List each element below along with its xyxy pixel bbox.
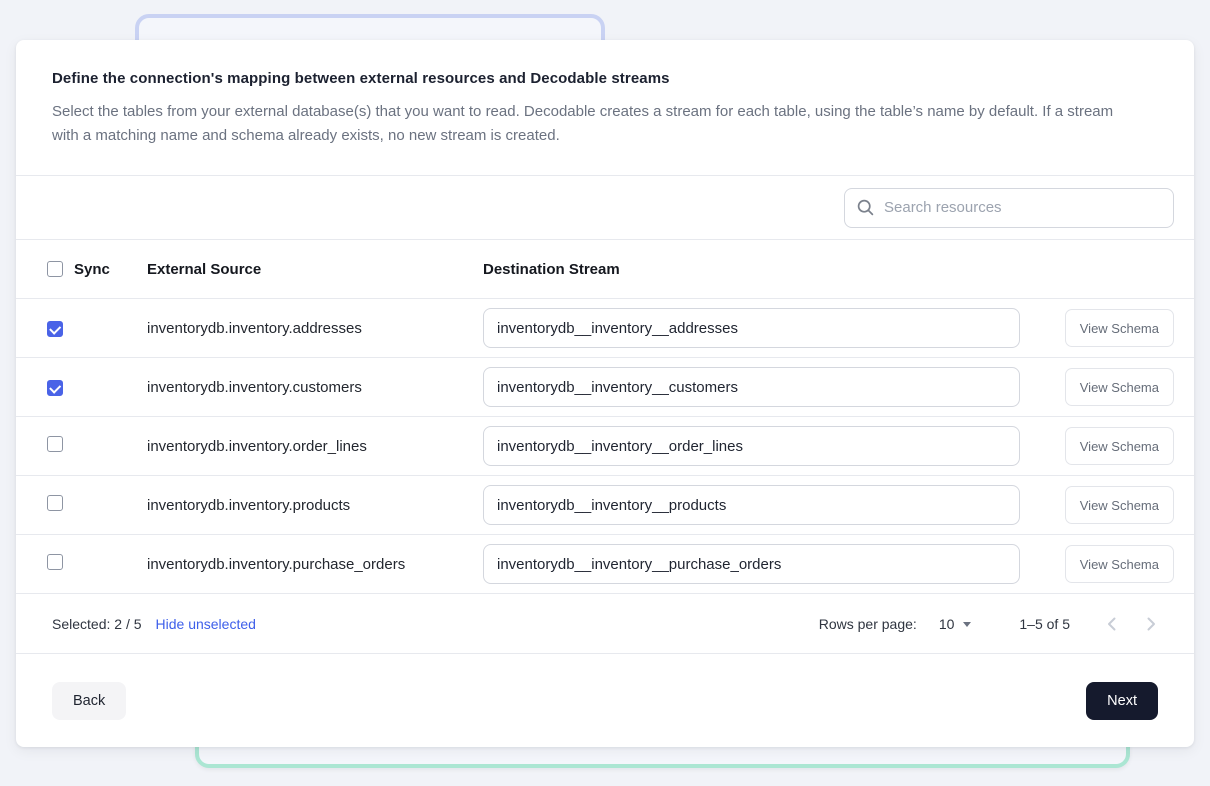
dialog-description: Select the tables from your external dat… xyxy=(52,100,1132,148)
mapping-dialog: Define the connection's mapping between … xyxy=(16,40,1194,747)
column-header-destination-stream: Destination Stream xyxy=(483,261,1038,278)
row-sync-checkbox[interactable] xyxy=(47,554,63,570)
destination-stream-input[interactable] xyxy=(483,485,1020,525)
search-row xyxy=(16,176,1194,239)
row-sync-checkbox[interactable] xyxy=(47,436,63,452)
hide-unselected-link[interactable]: Hide unselected xyxy=(156,616,256,632)
view-schema-button[interactable]: View Schema xyxy=(1065,486,1174,524)
dialog-actions: Back Next xyxy=(16,654,1194,747)
pagination-range-label: 1–5 of 5 xyxy=(1019,616,1070,632)
selected-count-label: Selected: 2 / 5 xyxy=(52,616,142,632)
destination-stream-input[interactable] xyxy=(483,367,1020,407)
table-row: inventorydb.inventory.purchase_orders Vi… xyxy=(16,535,1194,593)
external-source-label: inventorydb.inventory.addresses xyxy=(147,320,483,337)
external-source-label: inventorydb.inventory.customers xyxy=(147,379,483,396)
chevron-left-icon xyxy=(1107,617,1116,631)
external-source-label: inventorydb.inventory.products xyxy=(147,497,483,514)
view-schema-button[interactable]: View Schema xyxy=(1065,545,1174,583)
view-schema-button[interactable]: View Schema xyxy=(1065,427,1174,465)
column-header-external-source: External Source xyxy=(147,261,483,278)
table-row: inventorydb.inventory.products View Sche… xyxy=(16,476,1194,534)
rows-per-page-label: Rows per page: xyxy=(819,616,917,632)
table-row: inventorydb.inventory.order_lines View S… xyxy=(16,417,1194,475)
table-footer: Selected: 2 / 5 Hide unselected Rows per… xyxy=(16,594,1194,653)
search-icon xyxy=(857,199,874,216)
chevron-down-icon xyxy=(963,622,971,627)
destination-stream-input[interactable] xyxy=(483,308,1020,348)
rows-per-page-value: 10 xyxy=(939,616,955,632)
previous-page-button[interactable] xyxy=(1098,611,1124,637)
row-sync-checkbox[interactable] xyxy=(47,321,63,337)
dialog-title: Define the connection's mapping between … xyxy=(52,70,1138,87)
chevron-right-icon xyxy=(1147,617,1156,631)
column-header-sync: Sync xyxy=(74,261,110,278)
destination-stream-input[interactable] xyxy=(483,544,1020,584)
row-sync-checkbox[interactable] xyxy=(47,495,63,511)
rows-per-page-select[interactable]: 10 xyxy=(939,616,972,632)
table-row: inventorydb.inventory.customers View Sch… xyxy=(16,358,1194,416)
next-button[interactable]: Next xyxy=(1086,682,1158,720)
external-source-label: inventorydb.inventory.purchase_orders xyxy=(147,556,483,573)
search-box[interactable] xyxy=(844,188,1174,228)
destination-stream-input[interactable] xyxy=(483,426,1020,466)
row-sync-checkbox[interactable] xyxy=(47,380,63,396)
search-input[interactable] xyxy=(884,199,1161,216)
view-schema-button[interactable]: View Schema xyxy=(1065,309,1174,347)
view-schema-button[interactable]: View Schema xyxy=(1065,368,1174,406)
back-button[interactable]: Back xyxy=(52,682,126,720)
select-all-checkbox[interactable] xyxy=(47,261,63,277)
dialog-header: Define the connection's mapping between … xyxy=(16,40,1194,175)
next-page-button[interactable] xyxy=(1138,611,1164,637)
table-row: inventorydb.inventory.addresses View Sch… xyxy=(16,299,1194,357)
external-source-label: inventorydb.inventory.order_lines xyxy=(147,438,483,455)
table-header-row: Sync External Source Destination Stream xyxy=(16,240,1194,298)
